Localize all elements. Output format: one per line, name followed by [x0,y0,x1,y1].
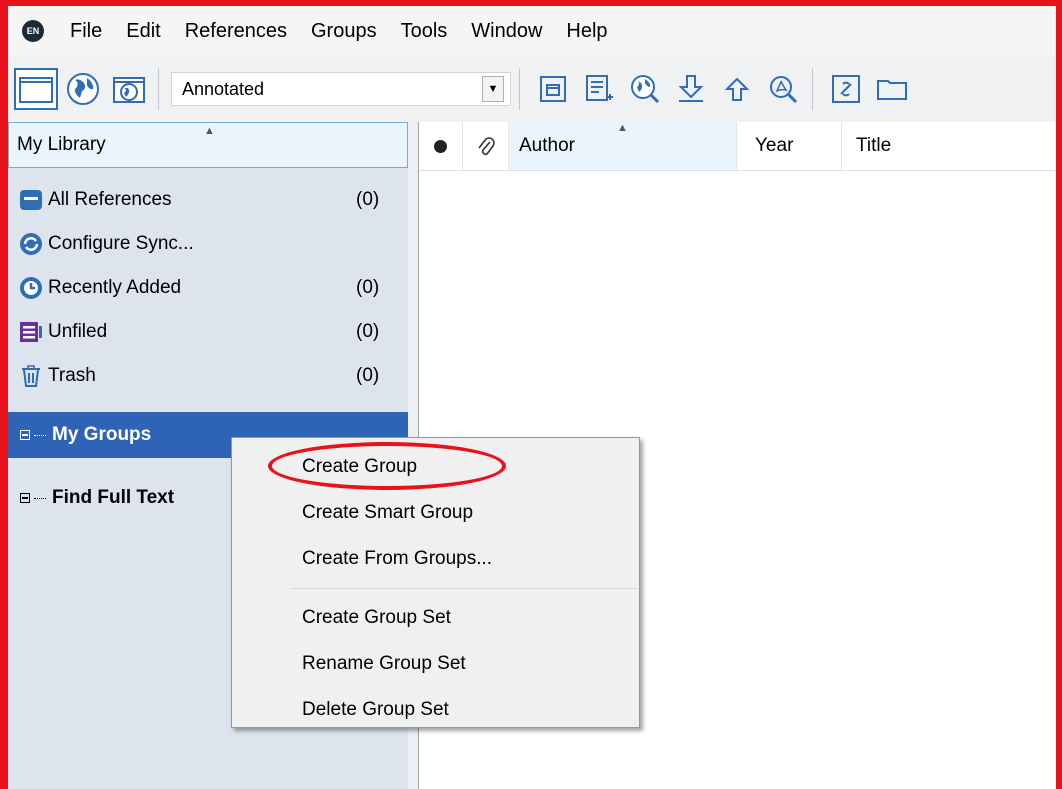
online-search-mode-button[interactable] [62,68,104,110]
read-status-column[interactable] [419,122,463,170]
collapse-icon[interactable] [20,430,30,440]
menu-separator [290,588,637,589]
trash-icon [18,363,44,389]
title-column-header[interactable]: Title [842,122,1056,170]
toolbar: Annotated ▼ [8,56,1056,123]
copy-reference-icon [540,76,566,102]
annotation-highlight-ellipse [268,442,506,490]
sidebar-item-unfiled[interactable]: Unfiled (0) [8,310,408,354]
menu-item-create-from-groups[interactable]: Create From Groups... [232,536,639,582]
sidebar-item-recently-added[interactable]: Recently Added (0) [8,266,408,310]
open-folder-icon [877,80,907,100]
import-button[interactable] [670,68,712,110]
item-count: (0) [356,321,380,342]
export-button[interactable] [716,68,758,110]
find-full-text-label: Find Full Text [52,487,175,508]
menu-tools[interactable]: Tools [389,20,460,43]
item-count: (0) [356,189,380,210]
open-link-button[interactable] [825,68,867,110]
sidebar-item-label: All References [48,189,172,210]
menu-groups[interactable]: Groups [299,20,389,43]
menu-file[interactable]: File [58,20,114,43]
sync-icon [18,231,44,257]
new-reference-button[interactable] [578,68,620,110]
menu-item-create-smart-group[interactable]: Create Smart Group [232,490,639,536]
year-column-label: Year [755,135,794,156]
local-library-mode-button[interactable] [14,68,58,110]
sidebar-item-label: Trash [48,365,96,386]
globe-icon [67,73,99,105]
attachment-column[interactable] [463,122,509,170]
my-library-label: My Library [17,134,106,155]
menu-references[interactable]: References [173,20,299,43]
find-full-text-button[interactable] [762,68,804,110]
menu-window[interactable]: Window [459,20,554,43]
sort-arrow-icon: ▲ [204,125,215,137]
year-column-header[interactable]: Year [737,122,842,170]
toolbar-divider [519,68,520,110]
collapse-icon[interactable] [20,493,30,503]
app-logo-icon: EN [22,20,44,42]
folder-icon [19,77,53,103]
integrated-library-mode-button[interactable] [108,68,150,110]
menu-help[interactable]: Help [554,20,619,43]
online-search-button[interactable] [624,68,666,110]
my-library-header[interactable]: ▲ My Library [8,122,408,168]
output-style-value: Annotated [182,78,265,99]
all-references-icon [18,187,44,213]
toolbar-divider [158,68,159,110]
tree-connector [34,497,46,499]
sidebar-item-all-references[interactable]: All References (0) [8,178,408,222]
link-icon [832,75,860,103]
sidebar-item-label: Unfiled [48,321,108,342]
sidebar-item-trash[interactable]: Trash (0) [8,354,408,398]
menu-item-create-group-set[interactable]: Create Group Set [232,595,639,641]
reference-list-header: ▲ Author Year Title [419,122,1056,171]
export-icon [724,77,750,101]
author-column-header[interactable]: ▲ Author [509,122,737,170]
sort-arrow-icon: ▲ [617,122,628,134]
item-count: (0) [356,365,380,386]
menu-item-delete-group-set[interactable]: Delete Group Set [232,687,639,733]
menu-bar: EN File Edit References Groups Tools Win… [8,6,1056,56]
sidebar-item-label: Configure Sync... [48,233,194,254]
menu-edit[interactable]: Edit [114,20,172,43]
output-style-select[interactable]: Annotated ▼ [171,72,511,106]
library-globe-icon [113,77,145,103]
item-count: (0) [356,277,380,298]
copy-to-library-button[interactable] [532,68,574,110]
menu-item-rename-group-set[interactable]: Rename Group Set [232,641,639,687]
dropdown-caret-icon[interactable]: ▼ [482,76,504,102]
import-icon [678,75,704,102]
unfiled-icon [18,319,44,345]
my-groups-label: My Groups [52,424,152,445]
recently-added-icon [18,275,44,301]
read-status-dot-icon [434,139,447,153]
new-reference-icon [586,75,613,101]
sidebar-item-configure-sync[interactable]: Configure Sync... [8,222,408,266]
toolbar-divider [812,68,813,110]
pdf-search-icon [770,76,798,104]
tree-connector [34,434,46,436]
paperclip-icon [477,137,495,156]
title-column-label: Title [856,135,892,156]
sidebar-item-label: Recently Added [48,277,182,298]
globe-search-icon [631,75,660,104]
author-column-label: Author [519,135,575,156]
open-file-button[interactable] [871,68,913,110]
